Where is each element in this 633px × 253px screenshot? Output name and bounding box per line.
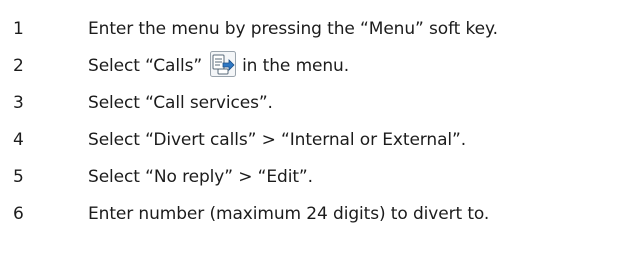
step-number: 2 <box>13 56 24 76</box>
step-text-before-icon: Select “Calls” <box>88 56 203 76</box>
step-text: Enter the menu by pressing the “Menu” so… <box>88 19 498 39</box>
step-number: 1 <box>13 19 24 39</box>
step-text: Enter number (maximum 24 digits) to dive… <box>88 204 490 224</box>
step-number: 5 <box>13 167 24 187</box>
step-text-after-icon: in the menu. <box>242 56 350 76</box>
calls-menu-icon <box>210 51 237 77</box>
instruction-steps: 1 Enter the menu by pressing the “Menu” … <box>0 0 633 253</box>
step-number: 6 <box>13 204 24 224</box>
step-text: Select “Divert calls” > “Internal or Ext… <box>88 130 467 150</box>
step-text: Select “No reply” > “Edit”. <box>88 167 313 187</box>
step-number: 4 <box>13 130 24 150</box>
step-number: 3 <box>13 93 24 113</box>
step-text: Select “Call services”. <box>88 93 273 113</box>
step-text: Select “Calls” in the menu. <box>88 51 350 79</box>
